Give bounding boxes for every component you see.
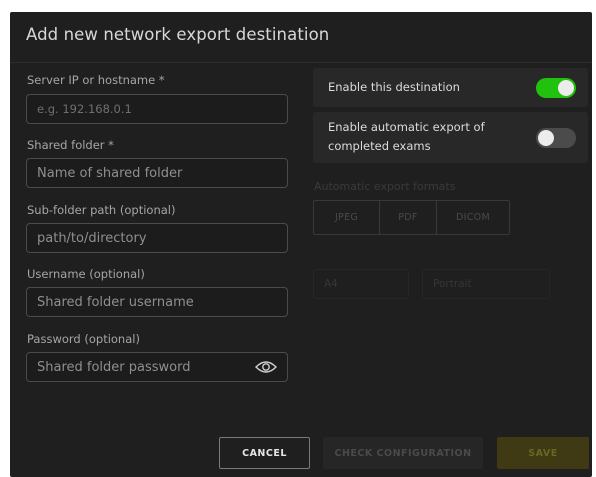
cancel-button[interactable]: CANCEL bbox=[219, 437, 310, 469]
dialog-title: Add new network export destination bbox=[26, 25, 330, 44]
export-formats-group: JPEG PDF DICOM bbox=[313, 200, 510, 235]
export-formats-label: Automatic export formats bbox=[314, 180, 456, 193]
enable-destination-label: Enable this destination bbox=[328, 80, 460, 94]
orientation-select[interactable]: Portrait bbox=[422, 269, 550, 299]
check-configuration-button[interactable]: CHECK CONFIGURATION bbox=[323, 437, 483, 469]
sub-folder-input[interactable] bbox=[26, 223, 288, 253]
password-label: Password (optional) bbox=[27, 332, 140, 346]
toggle-knob bbox=[558, 80, 574, 96]
toggle-knob bbox=[538, 130, 554, 146]
format-dicom-button[interactable]: DICOM bbox=[436, 201, 509, 234]
auto-export-toggle[interactable] bbox=[536, 128, 576, 148]
shared-folder-label: Shared folder * bbox=[27, 138, 114, 152]
shared-folder-input[interactable] bbox=[26, 158, 288, 188]
paper-size-select[interactable]: A4 bbox=[313, 269, 409, 299]
username-label: Username (optional) bbox=[27, 267, 145, 281]
sub-folder-label: Sub-folder path (optional) bbox=[27, 203, 176, 217]
username-input[interactable] bbox=[26, 287, 288, 317]
enable-destination-row: Enable this destination bbox=[313, 68, 588, 107]
enable-destination-toggle[interactable] bbox=[536, 78, 576, 98]
export-destination-dialog: Add new network export destination Serve… bbox=[10, 12, 592, 477]
eye-icon[interactable] bbox=[255, 360, 277, 374]
title-divider bbox=[10, 62, 592, 63]
save-button[interactable]: SAVE bbox=[497, 437, 589, 469]
auto-export-label: Enable automatic export of completed exa… bbox=[328, 120, 485, 153]
server-label: Server IP or hostname * bbox=[27, 73, 165, 87]
format-pdf-button[interactable]: PDF bbox=[379, 201, 436, 234]
format-jpeg-button[interactable]: JPEG bbox=[314, 201, 379, 234]
password-input[interactable] bbox=[26, 352, 288, 382]
server-input[interactable] bbox=[26, 94, 288, 124]
auto-export-row: Enable automatic export of completed exa… bbox=[313, 112, 588, 163]
